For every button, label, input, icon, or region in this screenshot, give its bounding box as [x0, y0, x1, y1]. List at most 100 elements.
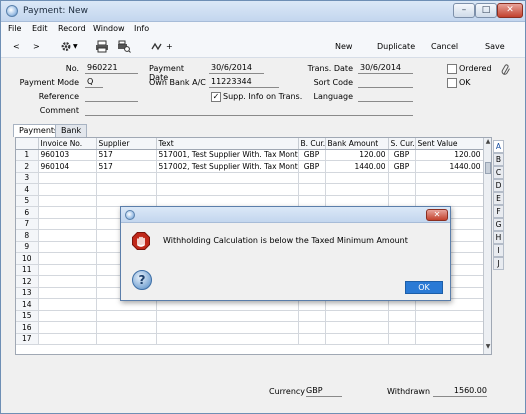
printer-icon[interactable] [95, 40, 109, 53]
cell-supplier[interactable] [96, 195, 157, 207]
cell-sent-value[interactable] [415, 310, 484, 322]
cancel-button[interactable]: Cancel [431, 42, 458, 51]
side-tab-g[interactable]: G [493, 218, 504, 231]
side-tab-a[interactable]: A [493, 140, 504, 153]
trans-date-field[interactable]: 30/6/2014 [358, 63, 413, 74]
ok-checkbox[interactable] [447, 78, 457, 88]
dialog-ok-button[interactable]: OK [405, 281, 443, 294]
cell-bank-currency[interactable] [298, 321, 326, 334]
side-tab-f[interactable]: F [493, 205, 504, 218]
flow-icon[interactable] [151, 40, 165, 53]
menu-edit[interactable]: Edit [32, 24, 48, 33]
print-preview-icon[interactable] [117, 40, 131, 53]
cell-supplier[interactable] [96, 310, 157, 322]
cell-invoice-no[interactable]: 960103 [38, 149, 97, 161]
paperclip-icon[interactable] [501, 64, 511, 79]
sort-code-field[interactable] [358, 77, 413, 88]
cell-invoice-no[interactable]: 960104 [38, 160, 97, 173]
table-row[interactable]: 2 960104 517 517002, Test Supplier With. Ta… [16, 160, 484, 173]
cell-bank-currency[interactable] [298, 195, 326, 207]
table-row[interactable]: 17 [16, 333, 484, 345]
cell-sent-currency[interactable] [388, 310, 416, 322]
cell-invoice-no[interactable] [38, 275, 97, 288]
cell-text[interactable]: 517001, Test Supplier With. Tax Monthly [156, 149, 299, 161]
payment-date-field[interactable]: 30/6/2014 [209, 63, 264, 74]
cell-sent-currency[interactable] [388, 195, 416, 207]
cell-sent-value[interactable] [415, 195, 484, 207]
no-field[interactable]: 960221 [85, 63, 138, 74]
tab-bank[interactable]: Bank [55, 124, 88, 137]
cell-supplier[interactable] [96, 333, 157, 345]
flow-add-label[interactable]: + [166, 42, 173, 51]
maximize-button[interactable]: □ [475, 3, 497, 18]
cell-sent-value[interactable] [415, 333, 484, 345]
comment-field[interactable] [85, 105, 413, 116]
gear-dropdown-icon[interactable]: ▼ [73, 43, 78, 50]
table-row[interactable]: 5 [16, 195, 484, 207]
side-tab-h[interactable]: H [493, 231, 504, 244]
cell-bank-currency[interactable] [298, 172, 326, 184]
cell-invoice-no[interactable] [38, 172, 97, 184]
cell-bank-amount[interactable] [325, 321, 389, 334]
cell-invoice-no[interactable] [38, 195, 97, 207]
cell-invoice-no[interactable] [38, 241, 97, 253]
cell-sent-currency[interactable]: GBP [388, 160, 416, 173]
cell-sent-currency[interactable] [388, 333, 416, 345]
cell-supplier[interactable] [96, 321, 157, 334]
cell-bank-amount[interactable] [325, 183, 389, 196]
own-bank-field[interactable]: 11223344 [209, 77, 279, 88]
cell-bank-amount[interactable]: 1440.00 [325, 160, 389, 173]
cell-invoice-no[interactable] [38, 206, 97, 219]
cell-bank-amount[interactable] [325, 195, 389, 207]
cell-sent-value[interactable] [415, 183, 484, 196]
side-tab-b[interactable]: B [493, 153, 504, 166]
table-row[interactable]: 1 960103 517 517001, Test Supplier With. Ta… [16, 149, 484, 161]
cell-bank-amount[interactable] [325, 172, 389, 184]
cell-text[interactable] [156, 195, 299, 207]
table-row[interactable]: 4 [16, 183, 484, 196]
menu-record[interactable]: Record [58, 24, 86, 33]
close-button[interactable]: ✕ [497, 3, 523, 18]
new-button[interactable]: New [335, 42, 352, 51]
duplicate-button[interactable]: Duplicate [377, 42, 415, 51]
cell-text[interactable] [156, 321, 299, 334]
cell-sent-value[interactable] [415, 321, 484, 334]
scroll-thumb[interactable] [485, 162, 491, 174]
scroll-down-arrow-icon[interactable]: ▼ [484, 343, 491, 353]
help-icon[interactable]: ? [132, 270, 152, 290]
cell-bank-currency[interactable]: GBP [298, 149, 326, 161]
side-tab-c[interactable]: C [493, 166, 504, 179]
cell-invoice-no[interactable] [38, 310, 97, 322]
side-tab-i[interactable]: I [493, 244, 504, 257]
cell-invoice-no[interactable] [38, 287, 97, 299]
next-record-button[interactable]: > [33, 42, 40, 51]
cell-invoice-no[interactable] [38, 333, 97, 345]
ordered-checkbox[interactable] [447, 64, 457, 74]
cell-sent-currency[interactable] [388, 321, 416, 334]
cell-invoice-no[interactable] [38, 321, 97, 334]
minimize-button[interactable]: – [453, 3, 475, 18]
cell-supplier[interactable] [96, 172, 157, 184]
cell-bank-currency[interactable] [298, 183, 326, 196]
cell-invoice-no[interactable] [38, 183, 97, 196]
save-button[interactable]: Save [485, 42, 505, 51]
side-tab-d[interactable]: D [493, 179, 504, 192]
cell-bank-amount[interactable]: 120.00 [325, 149, 389, 161]
language-field[interactable] [358, 91, 413, 102]
cell-bank-amount[interactable] [325, 333, 389, 345]
cell-invoice-no[interactable] [38, 264, 97, 276]
currency-field[interactable]: GBP [306, 386, 342, 397]
side-tab-j[interactable]: J [493, 257, 504, 270]
prev-record-button[interactable]: < [13, 42, 20, 51]
cell-sent-value[interactable]: 1440.00 [415, 160, 484, 173]
cell-text[interactable] [156, 183, 299, 196]
cell-invoice-no[interactable] [38, 298, 97, 311]
cell-invoice-no[interactable] [38, 218, 97, 230]
cell-bank-currency[interactable] [298, 310, 326, 322]
cell-sent-currency[interactable]: GBP [388, 149, 416, 161]
cell-bank-currency[interactable]: GBP [298, 160, 326, 173]
dialog-close-button[interactable]: ✕ [426, 209, 448, 221]
table-row[interactable]: 3 [16, 172, 484, 184]
gear-icon[interactable] [59, 40, 73, 53]
table-row[interactable]: 15 [16, 310, 484, 322]
